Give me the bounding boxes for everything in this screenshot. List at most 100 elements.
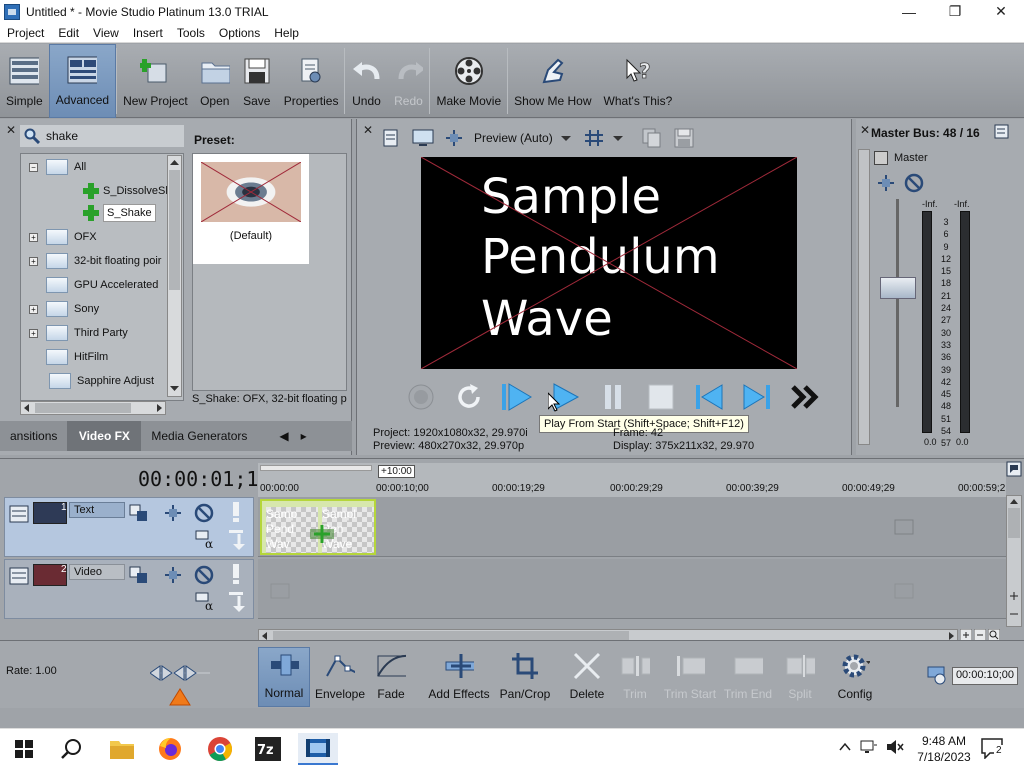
external-monitor-button[interactable] [407,125,439,151]
envelope-edit-tool-button[interactable]: Envelope [312,647,368,707]
tree-item-s-shake[interactable]: S_Shake [83,202,156,224]
text-event-clip[interactable]: Samp Pend Wav Sampl Pen Wave [260,499,376,555]
start-button[interactable] [4,733,44,765]
delete-button[interactable]: Delete [566,647,608,707]
search-button[interactable] [52,733,92,765]
save-snapshot-button[interactable] [668,125,700,151]
more-transport-button[interactable] [781,377,829,417]
compositing-mode-icon[interactable] [129,504,149,522]
expand-icon[interactable]: + [29,328,38,338]
go-to-end-button[interactable] [733,377,781,417]
firefox-taskbar-button[interactable] [150,733,190,765]
tree-item-third-party[interactable]: + Third Party [29,322,128,344]
volume-muted-icon[interactable] [886,739,904,755]
undo-button[interactable]: Undo [345,44,387,118]
preset-default-thumbnail[interactable]: (Default) [193,154,309,264]
expand-icon[interactable]: + [29,256,38,266]
show-me-how-button[interactable]: Show Me How [508,44,597,118]
notifications-button[interactable]: 2 [980,737,1008,761]
whats-this-button[interactable]: ? What's This? [598,44,679,118]
go-to-start-button[interactable] [685,377,733,417]
menu-insert[interactable]: Insert [126,26,170,40]
tree-item-gpu[interactable]: GPU Accelerated [46,274,158,296]
simple-button[interactable]: Simple [0,44,49,118]
tab-transitions[interactable]: ansitions [0,421,67,451]
minimize-button[interactable]: — [886,0,932,23]
tree-item-ofx[interactable]: + OFX [29,226,97,248]
tree-item-sapphire-adjust[interactable]: Sapphire Adjust [49,370,154,392]
close-button[interactable]: ✕ [978,0,1024,23]
menu-options[interactable]: Options [212,26,267,40]
redo-button[interactable]: Redo [387,44,429,118]
stop-button[interactable] [637,377,685,417]
pause-button[interactable] [589,377,637,417]
compositing-mode-icon[interactable] [129,566,149,584]
timeline-vertical-scrollbar[interactable] [1006,495,1022,627]
menu-tools[interactable]: Tools [170,26,212,40]
menu-view[interactable]: View [86,26,126,40]
properties-button[interactable]: Properties [278,44,345,118]
track-lane-video[interactable] [258,559,1006,619]
trim-end-button[interactable]: Trim End [722,647,774,707]
timeline-marker-icon[interactable] [1006,461,1022,477]
event-fx-icon[interactable] [310,525,334,543]
pan-crop-button[interactable]: Pan/Crop [496,647,554,707]
preview-quality-dropdown[interactable]: Preview (Auto) [469,125,578,151]
copy-snapshot-button[interactable] [636,125,668,151]
config-button[interactable]: Config [832,647,878,707]
make-movie-button[interactable]: Make Movie [430,44,507,118]
close-panel-icon[interactable]: ✕ [6,123,16,137]
make-compositing-child-icon[interactable] [227,590,247,614]
track-options-icon[interactable] [9,566,29,586]
tab-video-fx[interactable]: Video FX [67,421,142,451]
track-options-icon[interactable] [9,504,29,524]
search-input[interactable]: shake [20,125,184,147]
overlays-button[interactable] [578,125,630,151]
chevron-up-icon[interactable] [838,740,852,754]
play-from-start-button[interactable] [493,377,541,417]
7zip-taskbar-button[interactable]: 7z [248,733,288,765]
track-fx-icon[interactable] [163,504,183,522]
maximize-button[interactable]: ❐ [932,0,978,23]
bypass-fx-icon[interactable] [904,173,924,193]
close-panel-icon[interactable]: ✕ [363,123,373,137]
track-name[interactable]: Text [69,502,125,518]
insert-fx-icon[interactable] [876,173,896,193]
menu-edit[interactable]: Edit [51,26,86,40]
new-project-button[interactable]: New Project [117,44,194,118]
solo-track-icon[interactable] [229,500,243,524]
tab-scroll-right[interactable]: ▸ [295,421,313,451]
mixer-properties-icon[interactable] [994,124,1010,140]
track-fx-icon[interactable] [163,566,183,584]
mixer-vertical-scrollbar[interactable] [858,149,870,445]
track-name[interactable]: Video [69,564,125,580]
save-button[interactable]: Save [236,44,278,118]
mute-toggle[interactable] [874,151,888,165]
close-panel-icon[interactable]: ✕ [860,123,870,137]
expand-icon[interactable]: + [29,232,38,242]
loop-region-bar[interactable] [260,465,372,471]
menu-project[interactable]: Project [0,26,51,40]
menu-help[interactable]: Help [267,26,306,40]
timeline-timecode[interactable]: 00:00:01;12 [138,467,270,491]
advanced-button[interactable]: Advanced [48,44,117,118]
tree-item-s-dissolveshake[interactable]: S_DissolveSh [83,180,171,202]
split-screen-button[interactable] [439,125,469,151]
master-volume-fader[interactable] [880,277,916,299]
expand-icon[interactable]: + [29,304,38,314]
file-explorer-taskbar-button[interactable] [102,733,142,765]
tab-scroll-left[interactable]: ◀ [273,421,294,451]
collapse-icon[interactable]: − [29,162,38,172]
fade-button[interactable]: Fade [368,647,414,707]
cursor-position-field[interactable]: 00:00:10;00 [952,667,1018,685]
movie-studio-taskbar-button[interactable] [298,733,338,765]
parent-compositing-icon[interactable]: α [195,530,221,550]
track-header-video[interactable]: 2 Video α [4,559,254,619]
track-header-text[interactable]: 1 Text α [4,497,254,557]
network-icon[interactable] [860,739,878,755]
open-button[interactable]: Open [194,44,236,118]
mute-track-icon[interactable] [193,502,215,524]
chrome-taskbar-button[interactable] [200,733,240,765]
rate-slider[interactable] [150,663,210,707]
add-effects-button[interactable]: Add Effects [426,647,492,707]
